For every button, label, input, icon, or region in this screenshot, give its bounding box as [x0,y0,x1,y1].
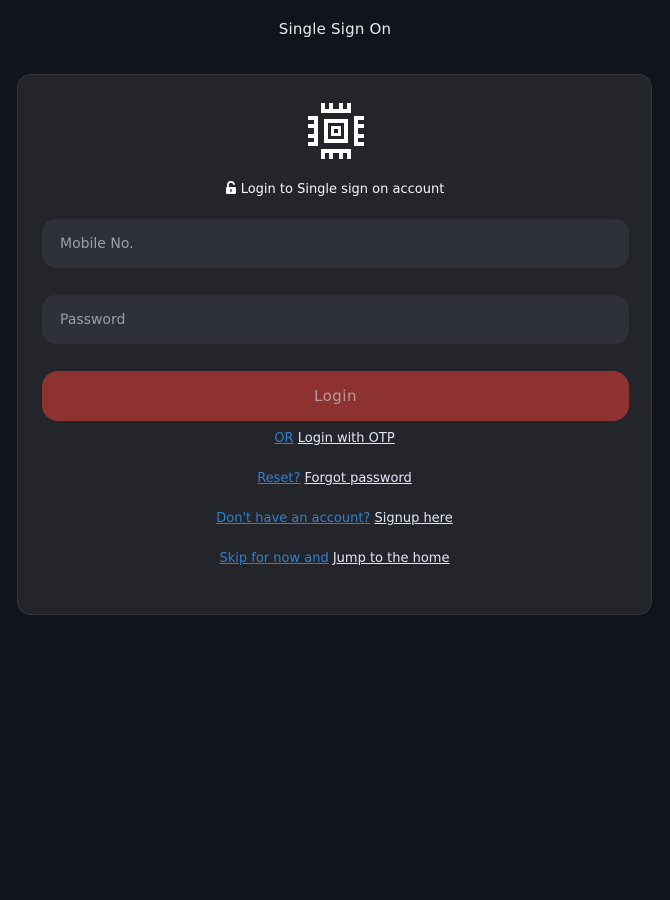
skip-prefix-link[interactable]: Skip for now and [220,551,329,566]
login-card: Login to Single sign on account Login OR… [17,74,652,615]
signup-prefix-link[interactable]: Don't have an account? [216,511,370,526]
forgot-password-link[interactable]: Forgot password [305,471,412,486]
reset-prefix-link[interactable]: Reset? [257,471,300,486]
login-subtitle: Login to Single sign on account [18,181,651,197]
signup-here-link[interactable]: Signup here [374,511,452,526]
reset-link-row: Reset? Forgot password [18,471,651,486]
jump-to-home-link[interactable]: Jump to the home [333,551,450,566]
login-with-otp-link[interactable]: Login with OTP [298,431,395,446]
mobile-input[interactable] [58,234,629,253]
page: Single Sign On Login to Single sign on a… [0,0,670,900]
login-button[interactable]: Login [42,371,629,421]
password-input[interactable] [58,310,629,329]
otp-prefix-link[interactable]: OR [274,431,293,446]
logo-icon [308,103,364,159]
password-field[interactable] [42,295,629,344]
signup-link-row: Don't have an account? Signup here [18,511,651,526]
unlock-icon [225,181,236,194]
app-title: Single Sign On [278,20,392,38]
otp-link-row: OR Login with OTP [18,431,651,446]
skip-link-row: Skip for now and Jump to the home [18,551,651,566]
subtitle-text: Login to Single sign on account [240,182,445,197]
mobile-field[interactable] [42,219,629,268]
